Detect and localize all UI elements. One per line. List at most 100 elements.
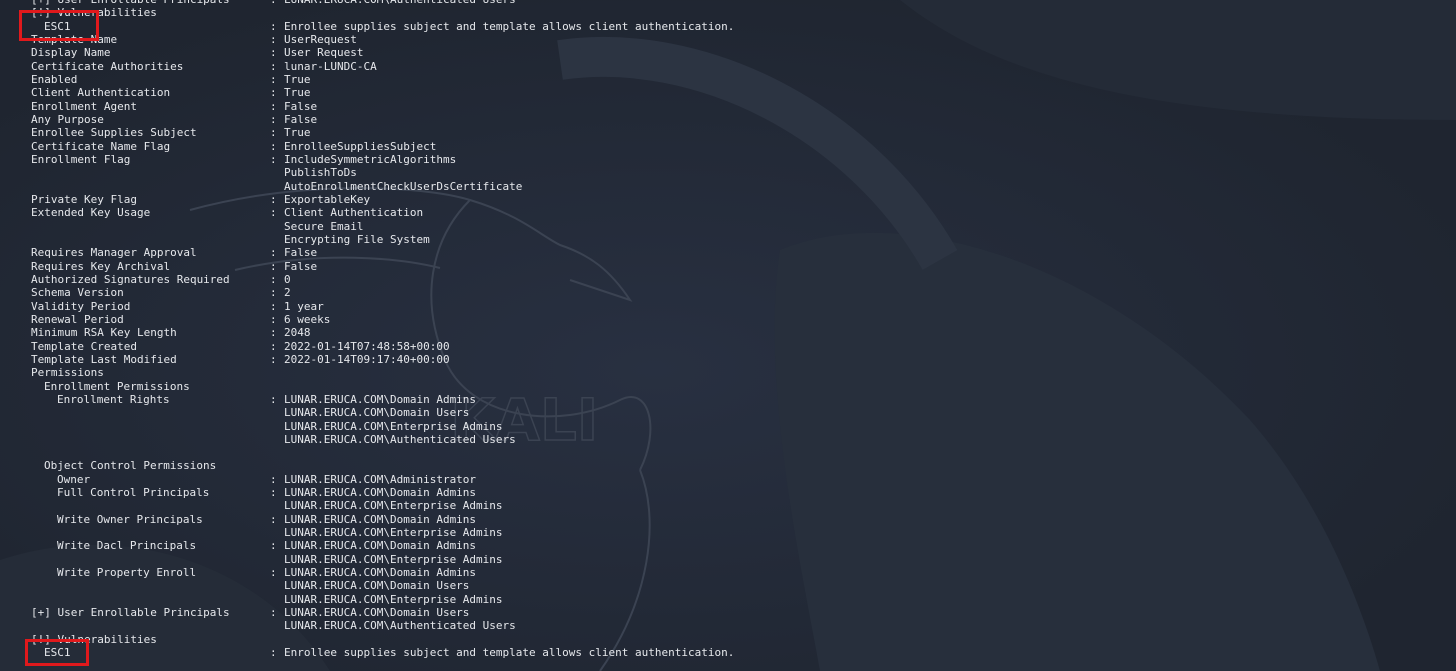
output-line: AutoEnrollmentCheckUserDsCertificate — [0, 180, 1456, 193]
field-value: LUNAR.ERUCA.COM\Domain Users — [284, 606, 470, 620]
field-value: User Request — [284, 46, 364, 60]
separator: : — [270, 339, 277, 353]
output-line: Private Key Flag: ExportableKey — [0, 193, 1456, 206]
separator: : — [270, 99, 277, 113]
output-line: Any Purpose: False — [0, 113, 1456, 126]
output-line: Minimum RSA Key Length:2048 — [0, 326, 1456, 339]
field-value: EnrolleeSuppliesSubject — [284, 139, 437, 153]
separator: : — [270, 392, 277, 406]
field-value: LUNAR.ERUCA.COM\Enterprise Admins — [284, 552, 503, 566]
field-value: 2048 — [284, 326, 311, 340]
output-line: [!] Vulnerabilities — [0, 6, 1456, 19]
output-line: Enrollee Supplies Subject: True — [0, 126, 1456, 139]
output-line: Requires Key Archival: False — [0, 260, 1456, 273]
field-value: LUNAR.ERUCA.COM\Domain Admins — [284, 486, 477, 500]
field-value: LUNAR.ERUCA.COM\Enterprise Admins — [284, 526, 503, 540]
separator: : — [270, 539, 277, 553]
field-value: UserRequest — [284, 32, 357, 46]
field-value: Enrollee supplies subject and template a… — [284, 19, 735, 33]
field-value: LUNAR.ERUCA.COM\Administrator — [284, 472, 477, 486]
output-line: Template Name: UserRequest — [0, 33, 1456, 46]
output-line: Template Created:2022-01-14T07:48:58+00:… — [0, 340, 1456, 353]
field-value: 1 year — [284, 299, 324, 313]
field-name: Template Created — [31, 339, 137, 353]
field-name: Certificate Authorities — [31, 59, 184, 73]
output-line: Enrollment Flag: IncludeSymmetricAlgorith… — [0, 153, 1456, 166]
output-line: LUNAR.ERUCA.COM\Enterprise Admins — [0, 553, 1456, 566]
field-name: Minimum RSA Key Length — [31, 326, 177, 340]
output-line: Encrypting File System — [0, 233, 1456, 246]
field-name: Requires Manager Approval — [31, 246, 197, 260]
esc1-highlight-bottom — [25, 639, 89, 666]
field-value: LUNAR.ERUCA.COM\Domain Users — [284, 579, 470, 593]
field-name: Display Name — [31, 46, 111, 60]
field-value: 2 — [284, 286, 291, 300]
output-line: Write Property Enroll: LUNAR.ERUCA.COM\Do… — [0, 566, 1456, 579]
field-name: Enrollment Permissions — [44, 379, 190, 393]
field-value: LUNAR.ERUCA.COM\Domain Admins — [284, 392, 477, 406]
output-line: LUNAR.ERUCA.COM\Enterprise Admins — [0, 499, 1456, 512]
separator: : — [270, 19, 277, 33]
separator: : — [270, 326, 277, 340]
field-value: False — [284, 99, 318, 113]
output-line: LUNAR.ERUCA.COM\Authenticated Users — [0, 619, 1456, 632]
separator: : — [270, 192, 277, 206]
output-line: Requires Manager Approval: False — [0, 246, 1456, 259]
output-line: LUNAR.ERUCA.COM\Enterprise Admins — [0, 420, 1456, 433]
field-value: True — [284, 72, 311, 86]
field-value: Enrollee supplies subject and template a… — [284, 646, 735, 660]
separator: : — [270, 246, 277, 260]
field-value: LUNAR.ERUCA.COM\Domain Users — [284, 406, 470, 420]
output-line: PublishToDs — [0, 166, 1456, 179]
separator: : — [270, 46, 277, 60]
field-value: LUNAR.ERUCA.COM\Domain Admins — [284, 539, 477, 553]
field-value: 6 weeks — [284, 312, 331, 326]
field-name: Enrollee Supplies Subject — [31, 126, 197, 140]
separator: : — [270, 312, 277, 326]
field-value: LUNAR.ERUCA.COM\Domain Admins — [284, 512, 477, 526]
field-value: Encrypting File System — [284, 232, 430, 246]
separator: : — [270, 486, 277, 500]
field-value: LUNAR.ERUCA.COM\Authenticated Users — [284, 619, 516, 633]
output-line: LUNAR.ERUCA.COM\Enterprise Admins — [0, 526, 1456, 539]
field-name: Requires Key Archival — [31, 259, 171, 273]
output-line: LUNAR.ERUCA.COM\Authenticated Users — [0, 433, 1456, 446]
field-name: Enrollment Flag — [31, 152, 131, 166]
field-value: True — [284, 86, 311, 100]
separator: : — [270, 299, 277, 313]
field-name: Object Control Permissions — [44, 459, 217, 473]
output-line: Secure Email — [0, 220, 1456, 233]
field-name: Enrollment Agent — [31, 99, 137, 113]
output-line: LUNAR.ERUCA.COM\Domain Users — [0, 406, 1456, 419]
field-name: Write Owner Principals — [57, 512, 203, 526]
output-line: [!] Vulnerabilities — [0, 633, 1456, 646]
output-line: LUNAR.ERUCA.COM\Domain Users — [0, 579, 1456, 592]
separator: : — [270, 259, 277, 273]
field-value: Client Authentication — [284, 206, 424, 220]
terminal-output: [+] User Enrollable Principals: LUNAR.ERU… — [0, 0, 1456, 659]
field-name: Renewal Period — [31, 312, 124, 326]
separator: : — [270, 352, 277, 366]
field-name: Permissions — [31, 366, 104, 380]
field-value: PublishToDs — [284, 166, 357, 180]
field-value: Secure Email — [284, 219, 364, 233]
field-value: LUNAR.ERUCA.COM\Enterprise Admins — [284, 419, 503, 433]
output-line: Client Authentication: True — [0, 86, 1456, 99]
separator: : — [270, 566, 277, 580]
separator: : — [270, 32, 277, 46]
output-line: Certificate Authorities: lunar-LUNDC-CA — [0, 60, 1456, 73]
field-name: Private Key Flag — [31, 192, 137, 206]
field-name: Validity Period — [31, 299, 131, 313]
field-value: LUNAR.ERUCA.COM\Domain Admins — [284, 566, 477, 580]
output-line: ESC1: Enrollee supplies subject and templ… — [0, 20, 1456, 33]
separator: : — [270, 86, 277, 100]
field-name: Certificate Name Flag — [31, 139, 171, 153]
field-value: False — [284, 246, 318, 260]
field-value: LUNAR.ERUCA.COM\Enterprise Admins — [284, 499, 503, 513]
field-name: Enabled — [31, 72, 78, 86]
output-line: Permissions — [0, 366, 1456, 379]
output-line: Full Control Principals: LUNAR.ERUCA.COM\… — [0, 486, 1456, 499]
separator: : — [270, 646, 277, 660]
separator: : — [270, 112, 277, 126]
